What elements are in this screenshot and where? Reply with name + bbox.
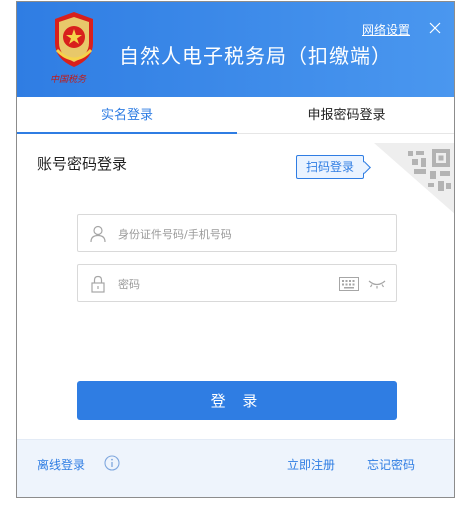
password-field (77, 264, 397, 302)
qr-code-icon[interactable] (374, 143, 455, 215)
qr-login-tag[interactable]: 扫码登录 (296, 155, 364, 179)
user-icon (90, 225, 106, 243)
password-input[interactable] (118, 274, 318, 294)
svg-text:中国税务: 中国税务 (50, 74, 87, 85)
section-title: 账号密码登录 (37, 155, 128, 173)
id-number-input[interactable] (118, 224, 318, 244)
offline-login-link[interactable]: 离线登录 (37, 456, 85, 473)
forgot-password-link[interactable]: 忘记密码 (367, 456, 415, 473)
close-icon[interactable] (427, 20, 443, 36)
id-number-field (77, 214, 397, 252)
eye-closed-icon[interactable] (368, 278, 386, 290)
keyboard-icon[interactable] (339, 277, 359, 291)
tax-emblem-icon: 中国税务 (50, 12, 93, 85)
network-settings-link[interactable]: 网络设置 (362, 21, 410, 38)
tab-declaration-password-login[interactable]: 申报密码登录 (237, 97, 454, 133)
footer-bar: 离线登录 立即注册 忘记密码 (17, 439, 454, 497)
header-banner: 中国税务 自然人电子税务局（扣缴端） 网络设置 (17, 2, 454, 97)
app-title: 自然人电子税务局（扣缴端） (119, 44, 392, 68)
login-window: 中国税务 自然人电子税务局（扣缴端） 网络设置 实名登录 申报密码登录 账号密码… (16, 1, 455, 498)
register-link[interactable]: 立即注册 (287, 456, 335, 473)
active-tab-indicator (17, 132, 237, 134)
login-button[interactable]: 登 录 (77, 381, 397, 420)
info-icon[interactable] (104, 455, 120, 471)
login-tabs: 实名登录 申报密码登录 (17, 97, 454, 134)
lock-icon (91, 275, 105, 293)
tab-real-name-login[interactable]: 实名登录 (17, 97, 237, 133)
